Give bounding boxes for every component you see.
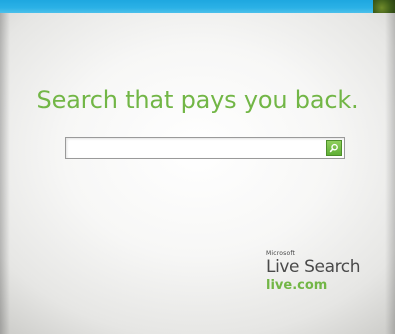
search-input[interactable] — [66, 138, 322, 158]
live-search-logo: Microsoft Live Search live.com — [266, 250, 376, 295]
product-name: Live Search — [266, 257, 361, 277]
right-edge-shadow — [385, 13, 395, 334]
microsoft-label: Microsoft — [266, 250, 296, 257]
left-edge-shadow — [0, 13, 10, 334]
ad-screen: Search that pays you back. Microsoft Liv… — [0, 0, 395, 334]
search-box[interactable] — [65, 137, 345, 159]
search-icon — [329, 143, 338, 153]
corner-foliage-image — [373, 0, 395, 13]
tagline-heading: Search that pays you back. — [36, 86, 359, 114]
brand-url: live.com — [266, 278, 328, 293]
top-blue-strip — [0, 0, 395, 13]
search-button[interactable] — [326, 140, 342, 156]
